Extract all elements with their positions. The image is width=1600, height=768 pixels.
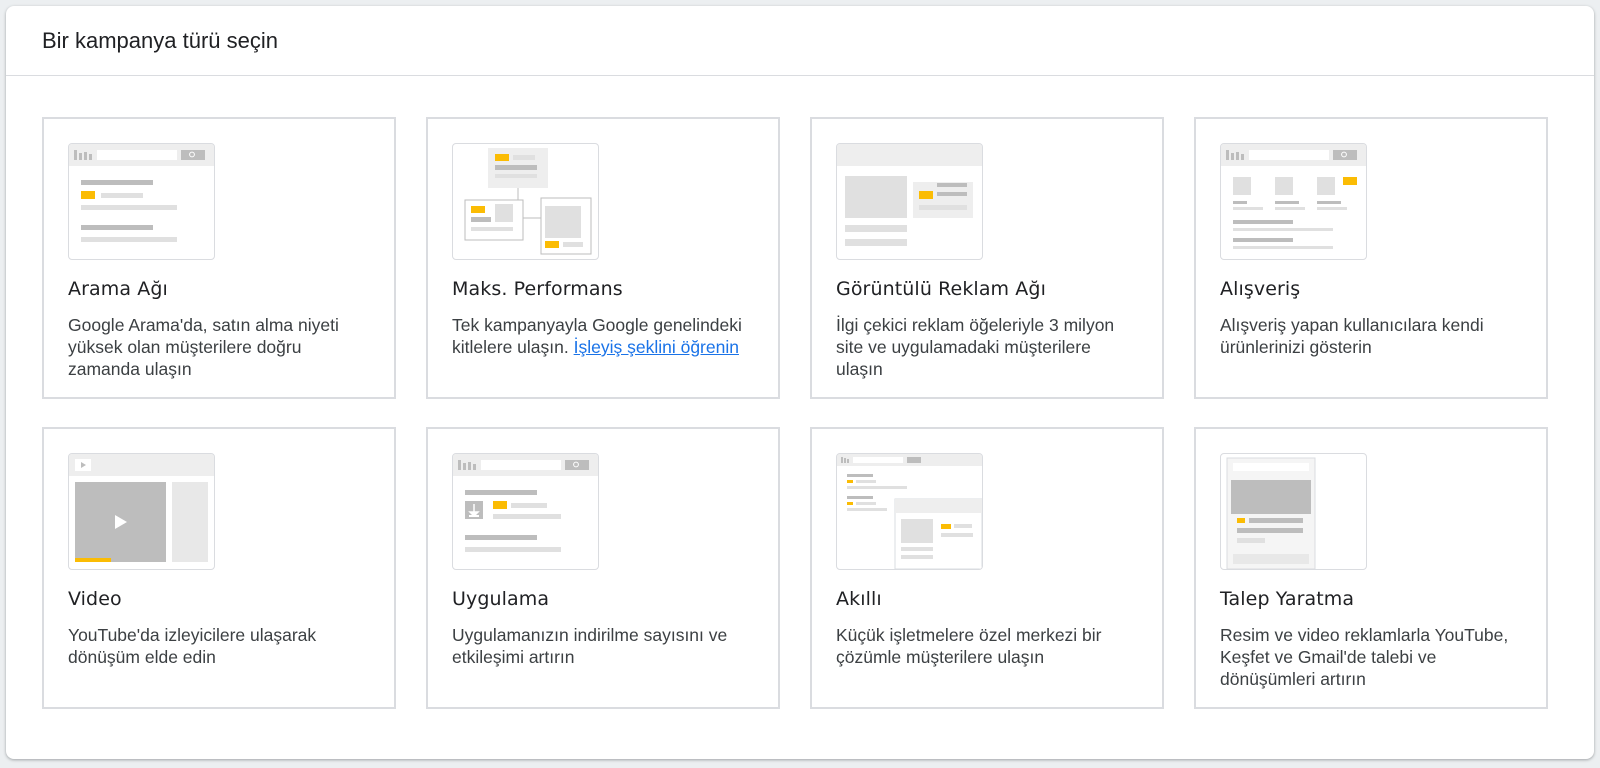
dialog-title: Bir kampanya türü seçin — [42, 27, 278, 53]
search-campaign-icon — [68, 143, 215, 260]
campaign-card-demand-gen[interactable]: Talep Yaratma Resim ve video reklamlarla… — [1194, 427, 1548, 709]
card-description: Alışveriş yapan kullanıcılara kendi ürün… — [1220, 315, 1484, 357]
campaign-card-display[interactable]: Görüntülü Reklam Ağı İlgi çekici reklam … — [810, 117, 1164, 399]
video-campaign-icon — [68, 453, 215, 570]
shopping-campaign-icon — [1220, 143, 1367, 260]
card-description: YouTube'da izleyicilere ulaşarak dönüşüm… — [68, 625, 317, 667]
campaign-card-shopping[interactable]: Alışveriş Alışveriş yapan kullanıcılara … — [1194, 117, 1548, 399]
card-title: Maks. Performans — [452, 278, 623, 300]
card-description: Uygulamanızın indirilme sayısını ve etki… — [452, 625, 728, 667]
card-title: Uygulama — [452, 588, 550, 610]
card-description: Resim ve video reklamlarla YouTube, Keşf… — [1220, 625, 1509, 689]
card-description: Google Arama'da, satın alma niyeti yükse… — [68, 315, 339, 379]
card-description: Tek kampanyayla Google genelindeki kitle… — [452, 314, 754, 358]
campaign-card-performance-max[interactable]: Maks. Performans Tek kampanyayla Google … — [426, 117, 780, 399]
dialog-header: Bir kampanya türü seçin — [6, 6, 1594, 76]
card-title: Video — [68, 588, 122, 610]
demand-gen-campaign-icon — [1220, 453, 1367, 570]
campaign-type-grid: Arama Ağı Google Arama'da, satın alma ni… — [42, 117, 1548, 709]
campaign-card-smart[interactable]: Akıllı Küçük işletmelere özel merkezi bi… — [810, 427, 1164, 709]
display-campaign-icon — [836, 143, 983, 260]
card-title: Alışveriş — [1220, 278, 1301, 300]
campaign-card-search[interactable]: Arama Ağı Google Arama'da, satın alma ni… — [42, 117, 396, 399]
app-campaign-icon — [452, 453, 599, 570]
card-description: İlgi çekici reklam öğeleriyle 3 milyon s… — [836, 315, 1115, 379]
card-title: Akıllı — [836, 588, 882, 610]
performance-max-icon — [452, 143, 599, 260]
campaign-type-dialog: Bir kampanya türü seçin Arama Ağı Google… — [6, 6, 1594, 759]
card-description: Küçük işletmelere özel merkezi bir çözüm… — [836, 625, 1102, 667]
campaign-card-app[interactable]: Uygulama Uygulamanızın indirilme sayısın… — [426, 427, 780, 709]
card-title: Arama Ağı — [68, 278, 168, 300]
campaign-card-video[interactable]: Video YouTube'da izleyicilere ulaşarak d… — [42, 427, 396, 709]
learn-more-link[interactable]: İşleyiş şeklini öğrenin — [574, 337, 739, 357]
card-title: Talep Yaratma — [1220, 588, 1355, 610]
smart-campaign-icon — [836, 453, 983, 570]
card-title: Görüntülü Reklam Ağı — [836, 278, 1046, 300]
